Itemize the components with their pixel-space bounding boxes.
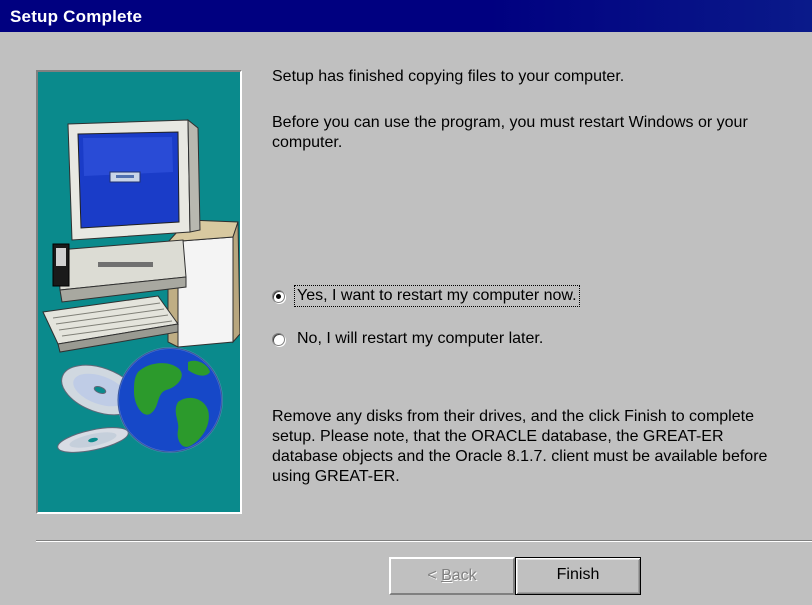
title-bar[interactable]: Setup Complete (0, 0, 812, 32)
restart-now-label[interactable]: Yes, I want to restart my computer now. (294, 285, 580, 307)
restart-later-label[interactable]: No, I will restart my computer later. (295, 329, 545, 349)
copy-finished-message: Setup has finished copying files to your… (272, 68, 625, 85)
radio-dot-icon (276, 293, 281, 299)
window-title: Setup Complete (10, 7, 143, 26)
radio-button-selected-icon[interactable] (272, 289, 285, 303)
globe-icon (117, 347, 223, 453)
back-button[interactable]: < Back (389, 557, 515, 595)
button-separator (36, 540, 812, 542)
back-label-mnemonic: B (441, 567, 452, 584)
setup-complete-dialog: Setup Complete Setup has finished copyin… (0, 0, 812, 605)
computer-box-cds-globe-illustration (42, 118, 240, 453)
desktop-unit-icon (52, 239, 187, 303)
back-label-prefix: < (427, 567, 442, 584)
restart-later-option[interactable]: No, I will restart my computer later. (272, 328, 545, 350)
finish-button[interactable]: Finish (515, 557, 641, 595)
back-label-rest: ack (451, 567, 477, 584)
setup-illustration-panel (36, 70, 242, 514)
keyboard-icon (42, 295, 179, 353)
monitor-icon (67, 118, 201, 241)
restart-now-option[interactable]: Yes, I want to restart my computer now. (272, 285, 580, 307)
restart-required-message: Before you can use the program, you must… (272, 114, 748, 151)
remove-disks-message: Remove any disks from their drives, and … (272, 408, 768, 485)
radio-button-unselected-icon[interactable] (272, 332, 285, 346)
